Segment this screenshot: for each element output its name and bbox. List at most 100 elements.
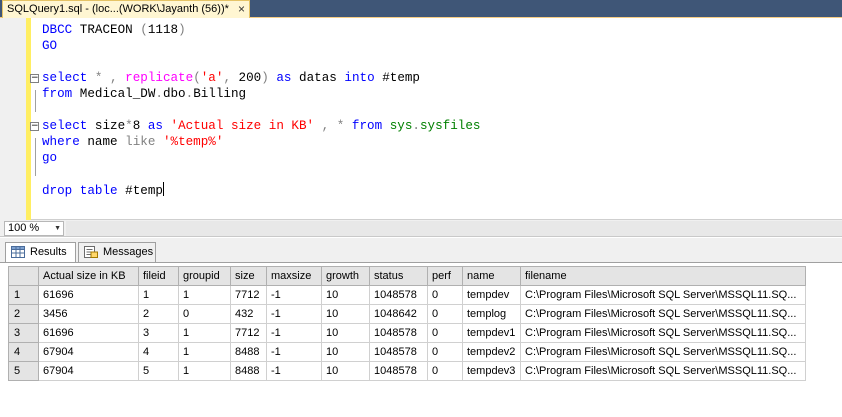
row-header[interactable]: 2 <box>8 304 39 324</box>
column-header[interactable]: maxsize <box>266 266 322 286</box>
code-token: drop <box>42 184 80 198</box>
table-cell[interactable]: -1 <box>266 304 322 324</box>
table-cell[interactable]: 1048578 <box>369 323 428 343</box>
code-line[interactable] <box>42 166 480 182</box>
table-cell[interactable]: 67904 <box>38 361 139 381</box>
table-cell[interactable]: 1 <box>178 361 231 381</box>
table-cell[interactable]: C:\Program Files\Microsoft SQL Server\MS… <box>520 323 806 343</box>
column-header[interactable]: growth <box>321 266 370 286</box>
table-row[interactable]: 2 3456 2 0 432 -1 10 1048642 0 templog C:\Program … <box>8 304 806 324</box>
table-cell[interactable]: 3 <box>138 323 179 343</box>
column-header[interactable]: perf <box>427 266 463 286</box>
table-cell[interactable]: 1048578 <box>369 342 428 362</box>
code-line[interactable]: drop table #temp <box>42 182 480 198</box>
column-header[interactable]: name <box>462 266 521 286</box>
tab-sqlquery1[interactable]: SQLQuery1.sql - (loc...(WORK\Jayanth (56… <box>2 0 250 18</box>
table-cell[interactable]: 10 <box>321 361 370 381</box>
close-icon[interactable]: × <box>238 2 245 16</box>
table-cell[interactable]: 61696 <box>38 323 139 343</box>
table-cell[interactable]: -1 <box>266 285 322 305</box>
code-line[interactable]: from Medical_DW.dbo.Billing <box>42 86 480 102</box>
table-cell[interactable]: 1048578 <box>369 285 428 305</box>
table-cell[interactable]: 10 <box>321 342 370 362</box>
table-cell[interactable]: 1048642 <box>369 304 428 324</box>
table-cell[interactable]: 10 <box>321 285 370 305</box>
table-cell[interactable]: 2 <box>138 304 179 324</box>
table-cell[interactable]: tempdev2 <box>462 342 521 362</box>
table-row[interactable]: 1 61696 1 1 7712 -1 10 1048578 0 tempdev C:\Progra… <box>8 285 806 305</box>
table-cell[interactable]: 7712 <box>230 323 267 343</box>
collapse-icon[interactable]: − <box>30 74 39 83</box>
table-cell[interactable]: 10 <box>321 323 370 343</box>
table-cell[interactable]: tempdev <box>462 285 521 305</box>
table-cell[interactable]: tempdev1 <box>462 323 521 343</box>
code-token: DBCC <box>42 23 80 37</box>
row-header[interactable]: 3 <box>8 323 39 343</box>
row-header[interactable]: 4 <box>8 342 39 362</box>
code-line[interactable]: DBCC TRACEON (1118) <box>42 22 480 38</box>
code-token: from <box>42 87 80 101</box>
table-cell[interactable]: 0 <box>427 361 463 381</box>
column-header[interactable]: status <box>369 266 428 286</box>
table-cell[interactable]: -1 <box>266 323 322 343</box>
table-cell[interactable]: 0 <box>427 285 463 305</box>
code-line[interactable]: − select size*8 as 'Actual size in KB' , … <box>30 118 480 134</box>
table-cell[interactable]: 0 <box>427 342 463 362</box>
column-header[interactable]: fileid <box>138 266 179 286</box>
row-header[interactable]: 1 <box>8 285 39 305</box>
table-cell[interactable]: 61696 <box>38 285 139 305</box>
collapse-icon[interactable]: − <box>30 122 39 131</box>
table-cell[interactable]: 1 <box>178 342 231 362</box>
table-cell[interactable]: 1 <box>178 285 231 305</box>
code-token: name <box>87 135 126 149</box>
code-line[interactable]: GO <box>42 38 480 54</box>
table-cell[interactable]: C:\Program Files\Microsoft SQL Server\MS… <box>520 304 806 324</box>
code-line[interactable] <box>42 54 480 70</box>
table-row[interactable]: 4 67904 4 1 8488 -1 10 1048578 0 tempdev2 C:\Progr… <box>8 342 806 362</box>
table-cell[interactable]: 67904 <box>38 342 139 362</box>
column-header[interactable]: size <box>230 266 267 286</box>
column-header[interactable]: groupid <box>178 266 231 286</box>
table-cell[interactable]: 5 <box>138 361 179 381</box>
table-cell[interactable]: 1 <box>138 285 179 305</box>
table-cell[interactable]: C:\Program Files\Microsoft SQL Server\MS… <box>520 285 806 305</box>
code-line[interactable] <box>42 102 480 118</box>
table-cell[interactable]: 432 <box>230 304 267 324</box>
table-cell[interactable]: 3456 <box>38 304 139 324</box>
table-cell[interactable]: tempdev3 <box>462 361 521 381</box>
table-cell[interactable]: 4 <box>138 342 179 362</box>
table-cell[interactable]: templog <box>462 304 521 324</box>
table-cell[interactable]: 10 <box>321 304 370 324</box>
row-header[interactable]: 5 <box>8 361 39 381</box>
table-cell[interactable]: 8488 <box>230 342 267 362</box>
table-cell[interactable]: 0 <box>178 304 231 324</box>
code-token: Medical_DW <box>79 87 156 101</box>
column-header[interactable]: filename <box>520 266 806 286</box>
table-cell[interactable]: C:\Program Files\Microsoft SQL Server\MS… <box>520 342 806 362</box>
table-cell[interactable]: 8488 <box>230 361 267 381</box>
table-row[interactable]: 3 61696 3 1 7712 -1 10 1048578 0 tempdev1 C:\Progr… <box>8 323 806 343</box>
code-area[interactable]: DBCC TRACEON (1118) GO − select * , replica… <box>30 22 480 198</box>
code-line[interactable]: − select * , replicate('a', 200) as datas… <box>30 70 480 86</box>
grid-corner[interactable] <box>8 266 39 286</box>
query-editor[interactable]: DBCC TRACEON (1118) GO − select * , replica… <box>0 18 842 220</box>
column-header[interactable]: Actual size in KB <box>38 266 139 286</box>
editor-horizontal-scrollbar[interactable] <box>66 221 842 236</box>
table-cell[interactable]: C:\Program Files\Microsoft SQL Server\MS… <box>520 361 806 381</box>
table-cell[interactable]: 0 <box>427 323 463 343</box>
table-cell[interactable]: 1048578 <box>369 361 428 381</box>
table-cell[interactable]: 1 <box>178 323 231 343</box>
table-cell[interactable]: -1 <box>266 361 322 381</box>
tab-results[interactable]: Results <box>5 242 76 263</box>
code-line[interactable]: go <box>42 150 480 166</box>
code-token: . <box>155 87 163 101</box>
chevron-down-icon[interactable]: ▼ <box>54 222 61 235</box>
table-cell[interactable]: -1 <box>266 342 322 362</box>
tab-messages[interactable]: Messages <box>78 242 156 262</box>
table-cell[interactable]: 7712 <box>230 285 267 305</box>
table-cell[interactable]: 0 <box>427 304 463 324</box>
table-row[interactable]: 5 67904 5 1 8488 -1 10 1048578 0 tempdev3 C:\Progr… <box>8 361 806 381</box>
code-line[interactable]: where name like '%temp%' <box>42 134 480 150</box>
zoom-select[interactable]: 100 % ▼ <box>4 221 64 236</box>
